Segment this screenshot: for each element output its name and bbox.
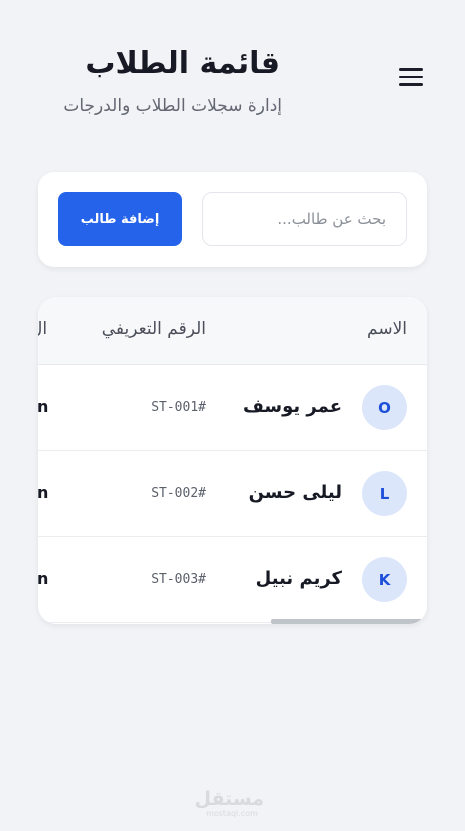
add-student-button[interactable]: إضافة طالب <box>58 192 182 246</box>
horizontal-scrollbar[interactable] <box>38 619 427 624</box>
watermark-logo: مستقل mostaql.com <box>194 788 265 819</box>
column-header-id[interactable]: الرقم التعريفي <box>102 319 206 339</box>
student-grade: n <box>38 569 49 588</box>
student-name: كريم نبيل <box>255 568 342 589</box>
table-row[interactable]: L ليلى حسن #ST-002 n <box>38 451 427 537</box>
column-header-grade[interactable]: ال <box>38 319 47 339</box>
hamburger-menu-icon[interactable] <box>399 65 425 89</box>
avatar: K <box>362 557 407 602</box>
student-id: #ST-001 <box>151 400 206 415</box>
search-input[interactable] <box>202 192 407 246</box>
avatar: L <box>362 471 407 516</box>
students-table: الاسم الرقم التعريفي ال O عمر يوسف #ST-0… <box>38 297 427 624</box>
student-name: ليلى حسن <box>248 482 342 503</box>
student-id: #ST-002 <box>151 486 206 501</box>
scrollbar-thumb[interactable] <box>271 619 427 624</box>
column-header-name[interactable]: الاسم <box>367 319 407 339</box>
table-row[interactable]: O عمر يوسف #ST-001 n <box>38 365 427 451</box>
student-grade: n <box>38 483 49 502</box>
avatar: O <box>362 385 407 430</box>
search-card: إضافة طالب <box>38 172 427 267</box>
student-id: #ST-003 <box>151 572 206 587</box>
student-name: عمر يوسف <box>242 396 342 417</box>
watermark-url: mostaql.com <box>206 809 258 818</box>
page-subtitle: إدارة سجلات الطلاب والدرجات <box>63 96 282 116</box>
table-header: الاسم الرقم التعريفي ال <box>38 297 427 365</box>
table-row[interactable]: K كريم نبيل #ST-003 n <box>38 537 427 623</box>
student-grade: n <box>38 397 49 416</box>
page-title: قائمة الطلاب <box>85 46 280 81</box>
students-page: قائمة الطلاب إدارة سجلات الطلاب والدرجات… <box>0 0 465 831</box>
watermark-logo-text: مستقل <box>194 788 265 810</box>
